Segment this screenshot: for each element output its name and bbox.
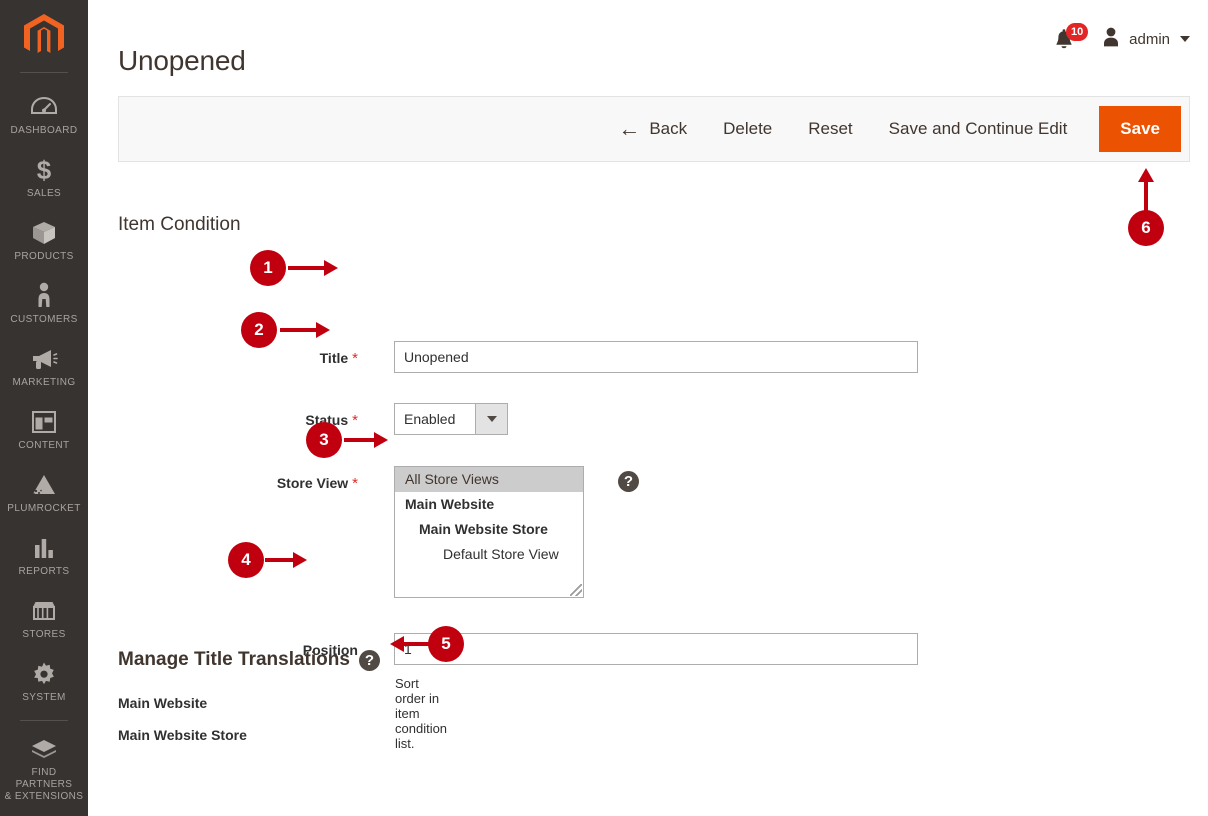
sidebar-item-reports[interactable]: REPORTS	[0, 524, 88, 587]
admin-menu[interactable]: admin	[1101, 26, 1190, 53]
dashboard-icon	[2, 92, 86, 122]
sidebar-item-label: PLUMROCKET	[7, 503, 81, 514]
callout-marker-5: 5	[428, 626, 464, 662]
callout-arrow-3	[344, 428, 388, 452]
main-content: Unopened 10 admin ← Back Delete Reset Sa…	[88, 0, 1208, 816]
box-icon	[2, 218, 86, 248]
callout-marker-2: 2	[241, 312, 277, 348]
storefront-icon	[2, 596, 86, 626]
callout-marker-3: 3	[306, 422, 342, 458]
resize-handle-icon[interactable]	[570, 584, 582, 596]
notification-count-badge: 10	[1066, 23, 1089, 41]
title-field-label: Title *	[319, 350, 358, 367]
back-button[interactable]: ← Back	[600, 108, 705, 150]
reset-button[interactable]: Reset	[790, 108, 870, 150]
magento-logo[interactable]	[0, 0, 88, 72]
translations-help-icon[interactable]: ?	[358, 650, 380, 672]
sidebar-item-label: MARKETING	[12, 377, 76, 388]
store-view-multiselect[interactable]: All Store Views Main Website Main Websit…	[394, 466, 584, 598]
position-input[interactable]	[394, 633, 918, 665]
item-condition-section-title: Item Condition	[118, 213, 241, 235]
status-select-value: Enabled	[404, 411, 456, 427]
sidebar-divider-bottom	[20, 720, 68, 721]
sidebar-item-marketing[interactable]: MARKETING	[0, 335, 88, 398]
dollar-icon: $	[2, 155, 86, 185]
callout-arrow-4	[265, 548, 307, 572]
save-and-continue-edit-button[interactable]: Save and Continue Edit	[871, 108, 1086, 150]
required-asterisk: *	[352, 412, 358, 429]
reset-button-label: Reset	[808, 119, 853, 138]
megaphone-icon	[2, 344, 86, 374]
sidebar-item-label: CUSTOMERS	[10, 314, 78, 325]
sidebar-item-label-2: & EXTENSIONS	[4, 791, 84, 802]
sidebar-item-label: STORES	[22, 629, 66, 640]
pyramid-icon	[2, 470, 86, 500]
gear-icon	[2, 659, 86, 689]
callout-marker-1: 1	[250, 250, 286, 286]
store-view-help-icon[interactable]: ?	[618, 471, 639, 492]
store-view-option[interactable]: All Store Views	[395, 467, 583, 492]
store-view-option[interactable]: Main Website	[395, 492, 583, 517]
sidebar: DASHBOARD $ SALES PRODUCTS CUSTOMERS MAR…	[0, 0, 88, 816]
page-title: Unopened	[118, 44, 246, 76]
sidebar-item-label: CONTENT	[18, 440, 70, 451]
person-icon	[2, 281, 86, 311]
callout-arrow-6	[1134, 168, 1158, 214]
sidebar-item-stores[interactable]: STORES	[0, 587, 88, 650]
notifications-button[interactable]: 10	[1053, 23, 1089, 53]
save-button[interactable]: Save	[1099, 106, 1181, 152]
sidebar-item-sales[interactable]: $ SALES	[0, 146, 88, 209]
translations-website-label: Main Website	[118, 695, 208, 711]
bar-chart-icon	[2, 533, 86, 563]
translations-store-label: Main Website Store	[118, 727, 247, 743]
delete-button[interactable]: Delete	[705, 108, 790, 150]
store-view-option[interactable]: Default Store View	[395, 542, 583, 567]
manage-title-translations-title: Manage Title Translations ?	[118, 648, 380, 672]
sidebar-item-label: REPORTS	[18, 566, 70, 577]
sidebar-item-label: PRODUCTS	[14, 251, 74, 262]
status-field-label: Status *	[305, 412, 358, 429]
sidebar-divider	[20, 72, 68, 73]
callout-arrow-2	[280, 318, 330, 342]
store-view-option[interactable]: Main Website Store	[395, 517, 583, 542]
avatar	[1101, 26, 1121, 53]
delete-button-label: Delete	[723, 119, 773, 138]
chevron-down-icon	[1180, 36, 1190, 42]
extension-box-icon	[2, 734, 86, 764]
sidebar-item-plumrocket[interactable]: PLUMROCKET	[0, 461, 88, 524]
sidebar-item-label: DASHBOARD	[10, 125, 78, 136]
sidebar-item-content[interactable]: CONTENT	[0, 398, 88, 461]
required-asterisk: *	[352, 475, 358, 492]
chevron-down-icon	[475, 404, 507, 434]
sidebar-item-products[interactable]: PRODUCTS	[0, 209, 88, 272]
sidebar-item-label: SYSTEM	[22, 692, 66, 703]
required-asterisk: *	[352, 350, 358, 367]
header-actions: 10 admin	[1053, 23, 1190, 53]
sidebar-item-customers[interactable]: CUSTOMERS	[0, 272, 88, 335]
sidebar-item-system[interactable]: SYSTEM	[0, 650, 88, 713]
store-view-field-label: Store View *	[276, 475, 358, 492]
magento-admin-page: DASHBOARD $ SALES PRODUCTS CUSTOMERS MAR…	[0, 0, 1208, 816]
title-input[interactable]	[394, 341, 918, 373]
callout-marker-6: 6	[1128, 210, 1164, 246]
sidebar-item-label: FIND PARTNERS	[15, 767, 73, 790]
sidebar-item-label: SALES	[26, 188, 62, 199]
admin-name: admin	[1129, 30, 1170, 48]
manage-title-translations-label: Manage Title Translations	[118, 648, 350, 670]
sidebar-item-dashboard[interactable]: DASHBOARD	[0, 83, 88, 146]
status-select[interactable]: Enabled	[394, 403, 508, 435]
layout-icon	[2, 407, 86, 437]
sidebar-item-find-partners[interactable]: FIND PARTNERS & EXTENSIONS	[0, 725, 88, 812]
callout-marker-4: 4	[228, 542, 264, 578]
position-field-hint: Sort order in item condition list.	[395, 676, 448, 751]
callout-arrow-1	[288, 256, 338, 280]
arrow-left-icon: ←	[618, 116, 641, 141]
page-header: Unopened 10 admin	[88, 0, 1208, 88]
page-actions-toolbar: ← Back Delete Reset Save and Continue Ed…	[118, 96, 1190, 162]
svg-text:$: $	[37, 156, 52, 184]
save-and-continue-label: Save and Continue Edit	[888, 119, 1068, 138]
back-button-label: Back	[649, 119, 688, 138]
